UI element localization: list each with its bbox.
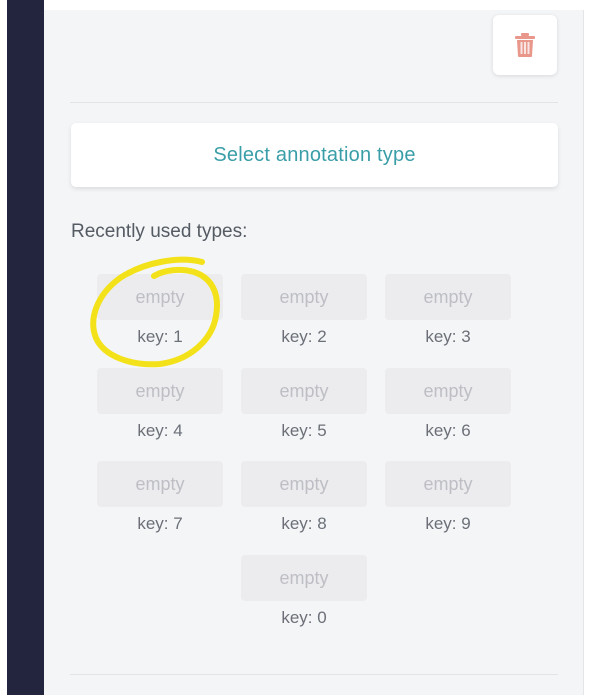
recent-slot-0: empty key: 0 <box>241 555 367 628</box>
recent-type-button[interactable]: empty <box>97 274 223 320</box>
recent-slot-3: empty key: 3 <box>385 274 511 347</box>
slot-key-label: key: 6 <box>425 421 471 440</box>
slot-key-label: key: 9 <box>425 514 471 533</box>
slot-key-label: key: 8 <box>281 514 327 533</box>
slot-key-label: key: 7 <box>137 514 183 533</box>
sidebar-edge <box>0 0 44 695</box>
recent-type-button[interactable]: empty <box>385 368 511 414</box>
recent-type-button[interactable]: empty <box>97 461 223 507</box>
slot-key-label: key: 3 <box>425 327 471 346</box>
recent-type-button[interactable]: empty <box>385 461 511 507</box>
recent-slot-4: empty key: 4 <box>97 368 223 441</box>
select-annotation-type-button[interactable]: Select annotation type <box>71 123 558 187</box>
recent-slot-9: empty key: 9 <box>385 461 511 534</box>
app-frame: Select annotation type Recently used typ… <box>0 0 595 695</box>
divider <box>70 102 558 103</box>
annotation-panel: Select annotation type Recently used typ… <box>44 10 584 695</box>
recent-slot-8: empty key: 8 <box>241 461 367 534</box>
slot-key-label: key: 4 <box>137 421 183 440</box>
recent-slot-1: empty key: 1 <box>97 274 223 347</box>
recent-type-button[interactable]: empty <box>241 368 367 414</box>
slot-key-label: key: 2 <box>281 327 327 346</box>
recent-slot-2: empty key: 2 <box>241 274 367 347</box>
slot-key-label: key: 5 <box>281 421 327 440</box>
recent-slot-7: empty key: 7 <box>97 461 223 534</box>
recent-slot-6: empty key: 6 <box>385 368 511 441</box>
recent-type-button[interactable]: empty <box>241 274 367 320</box>
recent-type-button[interactable]: empty <box>385 274 511 320</box>
recent-type-button[interactable]: empty <box>97 368 223 414</box>
recently-used-label: Recently used types: <box>71 221 248 242</box>
trash-icon <box>515 33 535 57</box>
recent-type-button[interactable]: empty <box>241 461 367 507</box>
slot-key-label: key: 0 <box>281 608 327 627</box>
divider <box>70 674 558 675</box>
slot-key-label: key: 1 <box>137 327 183 346</box>
recent-type-button[interactable]: empty <box>241 555 367 601</box>
recent-slot-5: empty key: 5 <box>241 368 367 441</box>
delete-button[interactable] <box>493 15 557 75</box>
